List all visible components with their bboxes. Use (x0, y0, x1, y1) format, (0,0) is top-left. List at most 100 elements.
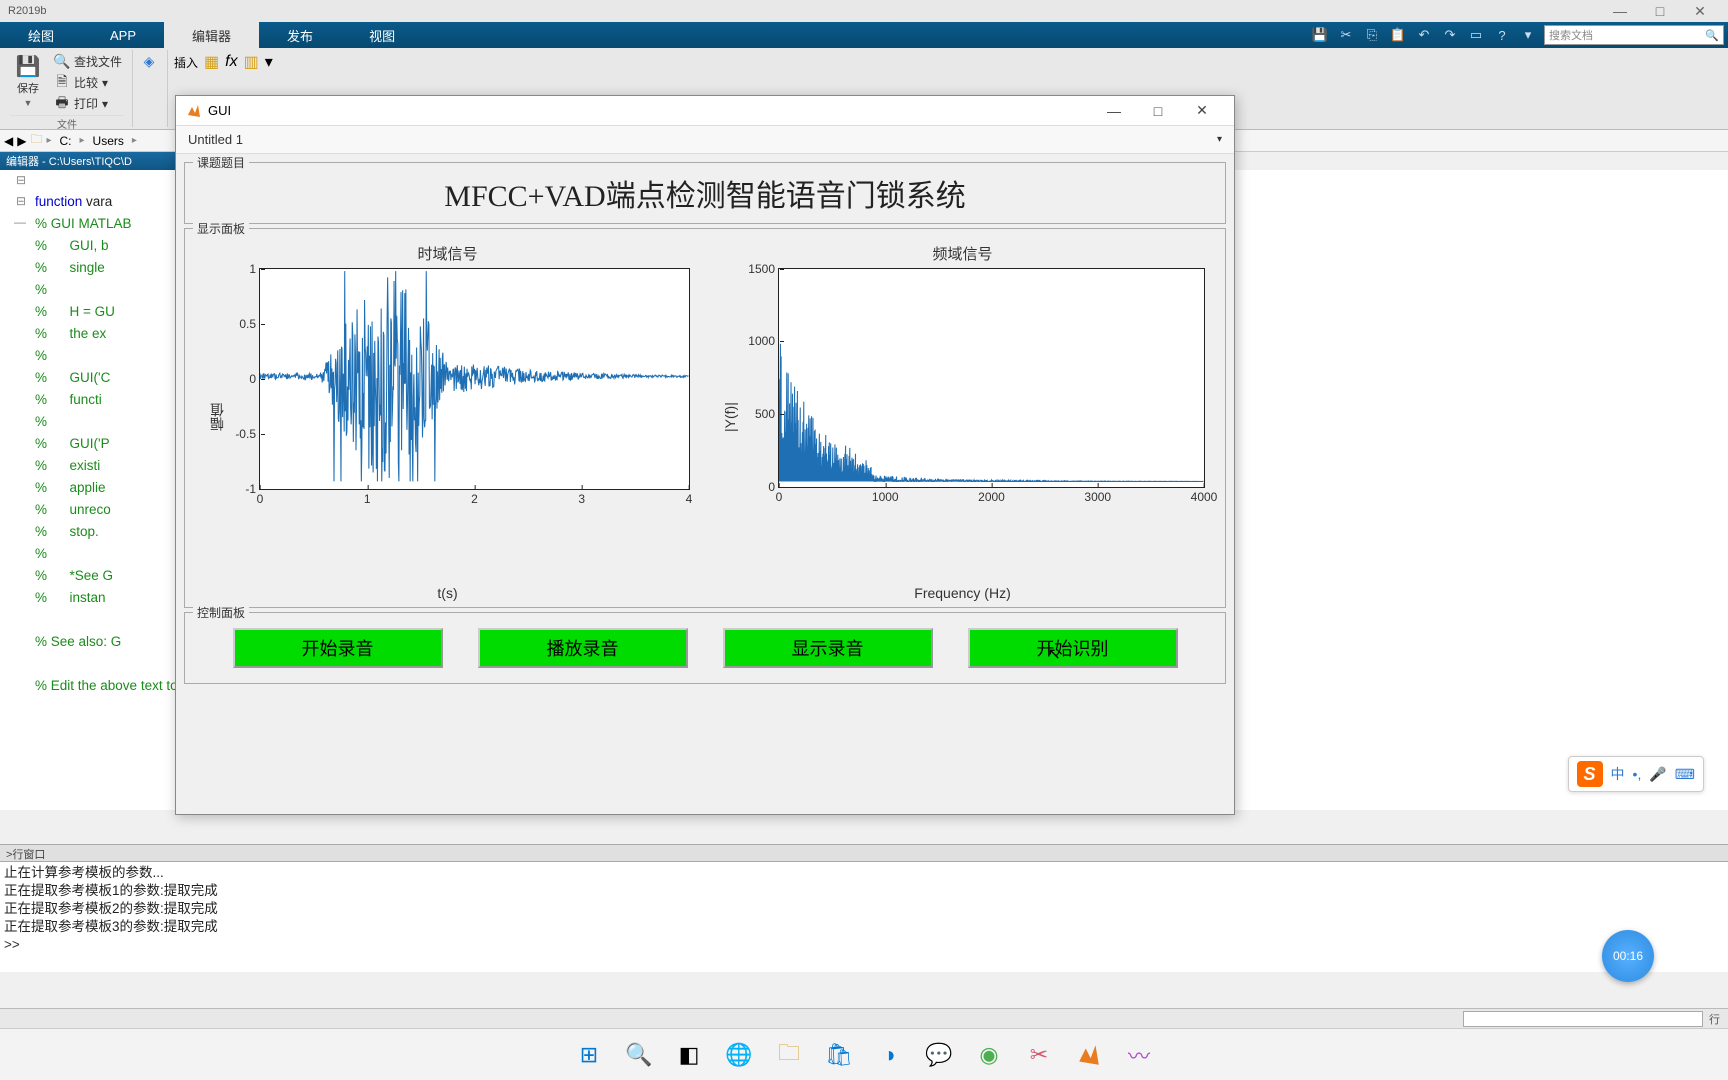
find-icon: 🔍 (54, 54, 70, 70)
var-icon[interactable]: ▥ (244, 52, 259, 72)
path-root[interactable]: C: (56, 134, 76, 148)
chart1-xlabel: t(s) (437, 585, 457, 601)
sogou-icon: S (1577, 761, 1603, 787)
start-recognize-button[interactable]: 开始识别 ↖ (968, 628, 1178, 668)
tab-view[interactable]: 视图 (341, 22, 423, 48)
show-record-button[interactable]: 显示录音 (723, 628, 933, 668)
tab-plot[interactable]: 绘图 (0, 22, 82, 48)
goto-icon: ◈ (141, 53, 157, 69)
folder-icon: 🗀 (30, 130, 42, 151)
search-docs[interactable]: 搜索文档 🔍 (1544, 25, 1724, 45)
start-icon[interactable]: ⊞ (568, 1034, 610, 1076)
browser-icon[interactable]: ◉ (968, 1034, 1010, 1076)
chart2-ylabel: |Y(f)| (720, 268, 740, 567)
gui-file-tab[interactable]: Untitled 1 ▾ (176, 126, 1234, 154)
path-users[interactable]: Users (89, 134, 128, 148)
fx-icon[interactable]: fx (225, 53, 237, 71)
cmd-prompt: >> (4, 936, 1724, 954)
cmd-line: 正在提取参考模板2的参数:提取完成 (4, 900, 1724, 918)
taskbar-search-icon[interactable]: 🔍 (618, 1034, 660, 1076)
gui-titlebar[interactable]: GUI — □ ✕ (176, 96, 1234, 126)
main-title: MFCC+VAD端点检测智能语音门锁系统 (444, 171, 965, 215)
app1-icon[interactable]: ◑ (868, 1034, 910, 1076)
cut-icon[interactable]: ✂ (1336, 25, 1356, 45)
cmd-line: 止在计算参考模板的参数... (4, 864, 1724, 882)
compare-button[interactable]: 🗎比较 ▾ (52, 73, 124, 92)
back-icon[interactable]: ◀ (4, 134, 13, 148)
start-record-button[interactable]: 开始录音 (233, 628, 443, 668)
gui-minimize-button[interactable]: — (1092, 96, 1136, 126)
compare-icon: 🗎 (54, 75, 70, 91)
cmd-line: 正在提取参考模板3的参数:提取完成 (4, 918, 1724, 936)
ime-lang[interactable]: 中 (1611, 764, 1625, 784)
chart2-axes[interactable]: 1500 1000 500 0 0 1000 2000 3000 4000 (778, 268, 1205, 488)
display-panel-label: 显示面板 (193, 220, 249, 237)
paste-icon[interactable]: 📋 (1388, 25, 1408, 45)
tab-app[interactable]: APP (82, 22, 164, 48)
topic-panel: 课题题目 MFCC+VAD端点检测智能语音门锁系统 (184, 162, 1226, 224)
status-input[interactable] (1463, 1011, 1703, 1027)
gui-window: GUI — □ ✕ Untitled 1 ▾ 课题题目 MFCC+VAD端点检测… (175, 95, 1235, 815)
maximize-button[interactable]: □ (1640, 3, 1680, 19)
ime-punct-icon[interactable]: •, (1633, 766, 1642, 782)
store-icon[interactable]: 🛍 (818, 1034, 860, 1076)
taskview-icon[interactable]: ◧ (668, 1034, 710, 1076)
time-domain-chart: 时域信号 幅值 1 0.5 0 -0.5 -1 0 1 2 3 (205, 243, 690, 601)
play-record-button[interactable]: 播放录音 (478, 628, 688, 668)
help-icon[interactable]: ? (1492, 25, 1512, 45)
undo-icon[interactable]: ↶ (1414, 25, 1434, 45)
command-window[interactable]: 止在计算参考模板的参数... 正在提取参考模板1的参数:提取完成 正在提取参考模… (0, 862, 1728, 972)
copy-icon[interactable]: ⎘ (1362, 25, 1382, 45)
matlab-icon (186, 103, 202, 119)
tab-editor[interactable]: 编辑器 (164, 22, 259, 48)
print-button[interactable]: 🖶打印 ▾ (52, 94, 124, 113)
minimize-button[interactable]: — (1600, 3, 1640, 19)
ime-toolbar[interactable]: S 中 •, 🎤 ⌨ (1568, 756, 1704, 792)
app-title: R2019b (8, 5, 47, 17)
edge-icon[interactable]: 🌐 (718, 1034, 760, 1076)
ribbon-tabs: 绘图 APP 编辑器 发布 视图 💾 ✂ ⎘ 📋 ↶ ↷ ▭ ? ▾ 搜索文档 … (0, 22, 1728, 48)
command-window-title: >行窗口 (0, 844, 1728, 862)
control-panel-label: 控制面板 (193, 604, 249, 621)
matlab-taskbar-icon[interactable] (1068, 1034, 1110, 1076)
status-col: 行 (1709, 1011, 1720, 1027)
chart1-axes[interactable]: 1 0.5 0 -0.5 -1 0 1 2 3 4 (259, 268, 690, 490)
dropdown-icon[interactable]: ▾ (1518, 25, 1538, 45)
app-titlebar: R2019b — □ ✕ (0, 0, 1728, 22)
ime-keyboard-icon[interactable]: ⌨ (1675, 766, 1695, 783)
window-icon[interactable]: ▭ (1466, 25, 1486, 45)
wechat-icon[interactable]: 💬 (918, 1034, 960, 1076)
taskbar: ⊞ 🔍 ◧ 🌐 🗀 🛍 ◑ 💬 ◉ ✂ 〰 (0, 1028, 1728, 1080)
app2-icon[interactable]: 〰 (1118, 1034, 1160, 1076)
editor-panel-title: 编辑器 - C:\Users\TIQC\D (0, 152, 175, 170)
findfiles-button[interactable]: 🔍查找文件 (52, 52, 124, 71)
chart2-xlabel: Frequency (Hz) (914, 585, 1010, 601)
explorer-icon[interactable]: 🗀 (768, 1034, 810, 1076)
snip-icon[interactable]: ✂ (1018, 1034, 1060, 1076)
control-panel: 控制面板 开始录音 播放录音 显示录音 开始识别 ↖ (184, 612, 1226, 684)
tab-publish[interactable]: 发布 (259, 22, 341, 48)
search-icon[interactable]: 🔍 (1705, 29, 1719, 42)
save-icon[interactable]: 💾 (1310, 25, 1330, 45)
print-icon: 🖶 (54, 96, 70, 112)
search-placeholder: 搜索文档 (1549, 27, 1593, 43)
close-button[interactable]: ✕ (1680, 3, 1720, 20)
fwd-icon[interactable]: ▶ (17, 134, 26, 148)
gui-maximize-button[interactable]: □ (1136, 96, 1180, 126)
chevron-down-icon[interactable]: ▾ (1217, 134, 1222, 145)
ime-mic-icon[interactable]: 🎤 (1649, 766, 1666, 783)
topic-panel-label: 课题题目 (193, 154, 249, 171)
status-bar: 行 (0, 1008, 1728, 1028)
redo-icon[interactable]: ↷ (1440, 25, 1460, 45)
save-button[interactable]: 💾 保存 ▼ (10, 52, 46, 113)
file-group-label: 文件 (10, 115, 124, 131)
gui-title: GUI (208, 103, 231, 118)
timer-badge[interactable]: 00:16 (1602, 930, 1654, 982)
section-icon[interactable]: ▦ (204, 52, 219, 72)
display-panel: 显示面板 时域信号 幅值 1 0.5 0 -0.5 -1 0 1 (184, 228, 1226, 608)
chart1-ylabel: 幅值 (205, 268, 229, 567)
cmd-line: 正在提取参考模板1的参数:提取完成 (4, 882, 1724, 900)
gui-close-button[interactable]: ✕ (1180, 96, 1224, 126)
goto-button[interactable]: ◈ (139, 52, 159, 70)
code-gutter: ⊟⊟— (0, 170, 30, 233)
